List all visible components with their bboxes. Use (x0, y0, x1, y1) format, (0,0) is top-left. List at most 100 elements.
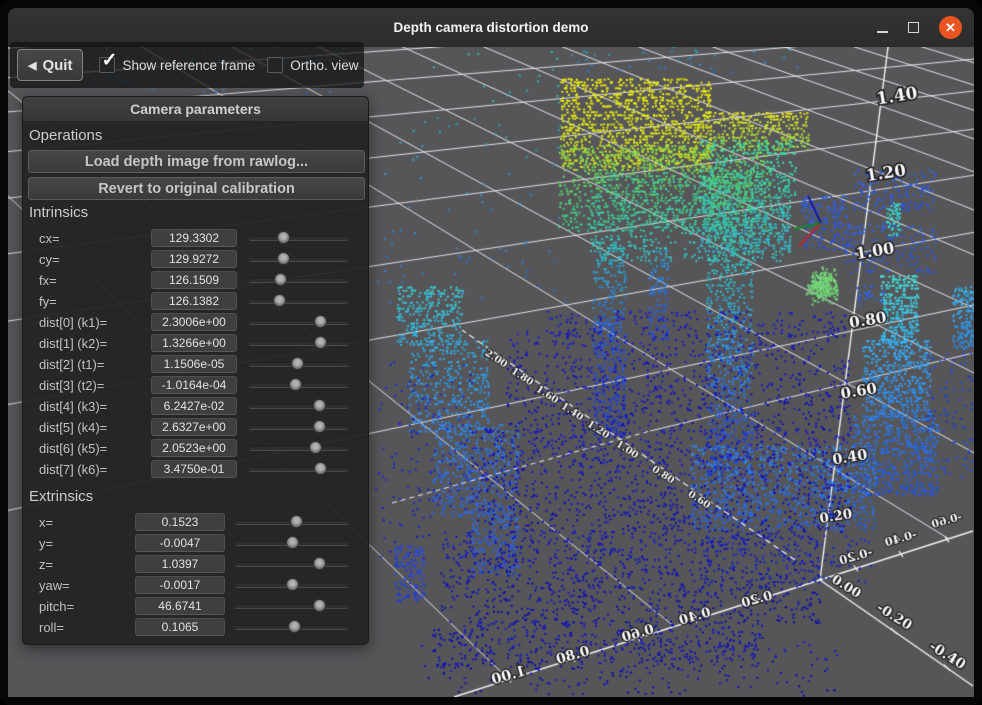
param-value-field[interactable]: -0.0017 (135, 576, 225, 594)
param-slider[interactable] (249, 377, 348, 393)
param-slider[interactable] (235, 535, 348, 551)
intrinsics-section-label: Intrinsics (23, 204, 368, 221)
quit-button-label: Quit (42, 57, 72, 74)
quit-button[interactable]: ◀ Quit (17, 49, 83, 81)
slider-track[interactable] (249, 404, 348, 409)
operations-section-label: Operations (23, 127, 368, 144)
param-value-field[interactable]: 0.1065 (135, 618, 225, 636)
param-value-field[interactable]: 126.1509 (151, 271, 237, 289)
param-slider[interactable] (249, 230, 348, 246)
slider-knob[interactable] (313, 399, 326, 412)
param-label: fx= (39, 273, 57, 288)
param-label: roll= (39, 620, 64, 635)
param-label: fy= (39, 294, 57, 309)
param-row-dist6k5: dist[6] (k5)=2.0523e+00 (23, 438, 368, 459)
slider-knob[interactable] (277, 252, 290, 265)
param-row-dist4k3: dist[4] (k3)=6.2427e-02 (23, 396, 368, 417)
minimize-icon[interactable] (877, 31, 888, 33)
param-row-pitch: pitch= 46.6741 (23, 596, 368, 617)
param-row-dist1k2: dist[1] (k2)= 1.3266e+00 (23, 333, 368, 354)
param-row-fy: fy= 126.1382 (23, 291, 368, 312)
param-slider[interactable] (249, 440, 348, 456)
param-value-field[interactable]: -0.0047 (135, 534, 225, 552)
param-value-field[interactable]: -1.0164e-04 (151, 376, 237, 394)
revert-calibration-button[interactable]: Revert to original calibration (28, 177, 365, 200)
param-row-yaw: yaw= -0.0017 (23, 575, 368, 596)
slider-knob[interactable] (314, 462, 327, 475)
param-slider[interactable] (249, 293, 348, 309)
slider-track[interactable] (249, 446, 348, 451)
window-controls: ✕ (877, 8, 962, 47)
camera-parameters-panel: Camera parameters Operations Load depth … (22, 96, 369, 645)
slider-knob[interactable] (288, 620, 301, 633)
panel-header[interactable]: Camera parameters (23, 97, 368, 122)
slider-knob[interactable] (309, 441, 322, 454)
param-value-field[interactable]: 0.1523 (135, 513, 225, 531)
slider-knob[interactable] (277, 231, 290, 244)
param-slider[interactable] (249, 356, 348, 372)
checkbox-ortho-view[interactable]: ✓ (267, 57, 283, 73)
slider-knob[interactable] (286, 536, 299, 549)
close-icon[interactable]: ✕ (939, 16, 962, 39)
param-slider[interactable] (235, 598, 348, 614)
param-value-field[interactable]: 129.9272 (151, 250, 237, 268)
slider-knob[interactable] (274, 273, 287, 286)
param-row-dist5k4: dist[5] (k4)= 2.6327e+00 (23, 417, 368, 438)
param-value-field[interactable]: 2.6327e+00 (151, 418, 237, 436)
param-slider[interactable] (249, 335, 348, 351)
slider-track[interactable] (249, 278, 348, 283)
param-value-field[interactable]: 1.0397 (135, 555, 225, 573)
param-slider[interactable] (235, 577, 348, 593)
param-value-field[interactable]: 2.3006e+00 (151, 313, 237, 331)
slider-track[interactable] (235, 562, 348, 567)
param-slider[interactable] (249, 272, 348, 288)
slider-knob[interactable] (314, 315, 327, 328)
param-value-field[interactable]: 1.1506e-05 (151, 355, 237, 373)
maximize-icon[interactable] (908, 22, 919, 33)
param-slider[interactable] (235, 514, 348, 530)
extrinsics-rows: x=0.1523y=-0.0047z=1.0397yaw=-0.0017pitc… (23, 512, 368, 638)
param-value-field[interactable]: 46.6741 (135, 597, 225, 615)
param-slider[interactable] (249, 314, 348, 330)
param-label: dist[0] (k1)= (39, 315, 107, 330)
slider-knob[interactable] (289, 378, 302, 391)
slider-knob[interactable] (290, 515, 303, 528)
param-label: yaw= (39, 578, 70, 593)
param-slider[interactable] (249, 251, 348, 267)
param-label: pitch= (39, 599, 74, 614)
param-value-field[interactable]: 3.4750e-01 (151, 460, 237, 478)
param-slider[interactable] (249, 419, 348, 435)
param-slider[interactable] (249, 461, 348, 477)
slider-track[interactable] (235, 604, 348, 609)
slider-knob[interactable] (313, 420, 326, 433)
slider-knob[interactable] (313, 557, 326, 570)
slider-track[interactable] (249, 257, 348, 262)
slider-track[interactable] (249, 341, 348, 346)
slider-track[interactable] (249, 467, 348, 472)
slider-knob[interactable] (313, 599, 326, 612)
param-slider[interactable] (235, 556, 348, 572)
slider-track[interactable] (249, 299, 348, 304)
checkbox-show-reference-frame[interactable]: ✓ (99, 57, 115, 73)
param-row-dist7k6: dist[7] (k6)=3.4750e-01 (23, 459, 368, 480)
param-value-field[interactable]: 6.2427e-02 (151, 397, 237, 415)
param-value-field[interactable]: 2.0523e+00 (151, 439, 237, 457)
slider-track[interactable] (249, 236, 348, 241)
slider-knob[interactable] (273, 294, 286, 307)
back-arrow-icon: ◀ (28, 59, 36, 72)
slider-knob[interactable] (291, 357, 304, 370)
slider-knob[interactable] (314, 336, 327, 349)
param-slider[interactable] (235, 619, 348, 635)
param-slider[interactable] (249, 398, 348, 414)
param-label: dist[1] (k2)= (39, 336, 107, 351)
window-title: Depth camera distortion demo (393, 20, 588, 35)
slider-track[interactable] (249, 320, 348, 325)
param-row-z: z=1.0397 (23, 554, 368, 575)
param-value-field[interactable]: 129.3302 (151, 229, 237, 247)
slider-knob[interactable] (286, 578, 299, 591)
slider-track[interactable] (249, 425, 348, 430)
param-value-field[interactable]: 1.3266e+00 (151, 334, 237, 352)
param-label: dist[5] (k4)= (39, 420, 107, 435)
param-value-field[interactable]: 126.1382 (151, 292, 237, 310)
load-depth-image-button[interactable]: Load depth image from rawlog... (28, 150, 365, 173)
